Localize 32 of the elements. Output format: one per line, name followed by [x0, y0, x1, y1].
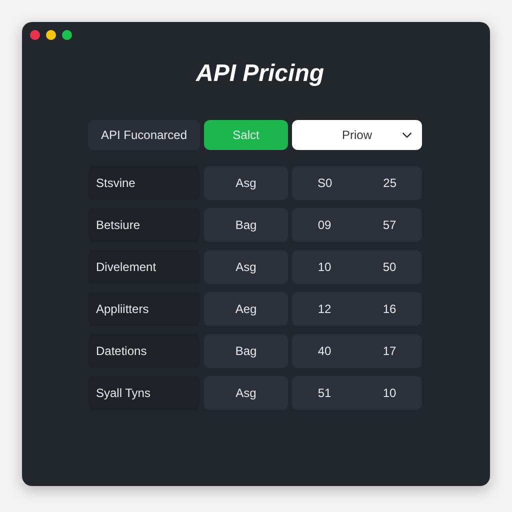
table-cell: Asg: [204, 166, 288, 200]
filter-label: API Fuconarced: [88, 120, 200, 150]
table-cell: Stsvine: [88, 166, 200, 200]
table-cell: 17: [382, 344, 396, 358]
table-cell: 16: [382, 302, 396, 316]
table-cell: S0: [317, 176, 332, 190]
table-cell: 10: [318, 260, 332, 274]
minimize-button[interactable]: [46, 30, 56, 40]
table-cell: Betsiure: [88, 208, 200, 242]
table-cell: 12: [318, 302, 332, 316]
maximize-button[interactable]: [62, 30, 72, 40]
table-cell: Syall Tyns: [88, 376, 200, 410]
table-cell: Asg: [204, 250, 288, 284]
table-cell: Divelement: [88, 250, 200, 284]
table-cell: 57: [382, 218, 396, 232]
table-cell: 40: [318, 344, 332, 358]
table-cell: Bag: [204, 208, 288, 242]
table-cell: 10: [382, 386, 396, 400]
table-cell: 25: [383, 176, 396, 190]
table-cell: Aeg: [204, 292, 288, 326]
table-cell: 50: [382, 260, 396, 274]
close-button[interactable]: [30, 30, 40, 40]
chevron-down-icon: [402, 132, 412, 138]
table-cell: Bag: [204, 334, 288, 368]
table-cell: 09: [318, 218, 332, 232]
table-cell: 51: [318, 386, 332, 400]
table-cell: Appliitters: [88, 292, 200, 326]
window-title: API Pricing: [196, 60, 324, 88]
dropdown-value: Priow: [342, 128, 372, 142]
dropdown[interactable]: Priow: [292, 120, 422, 150]
table-cell: Asg: [204, 376, 288, 410]
table-cell: Datetions: [88, 334, 200, 368]
